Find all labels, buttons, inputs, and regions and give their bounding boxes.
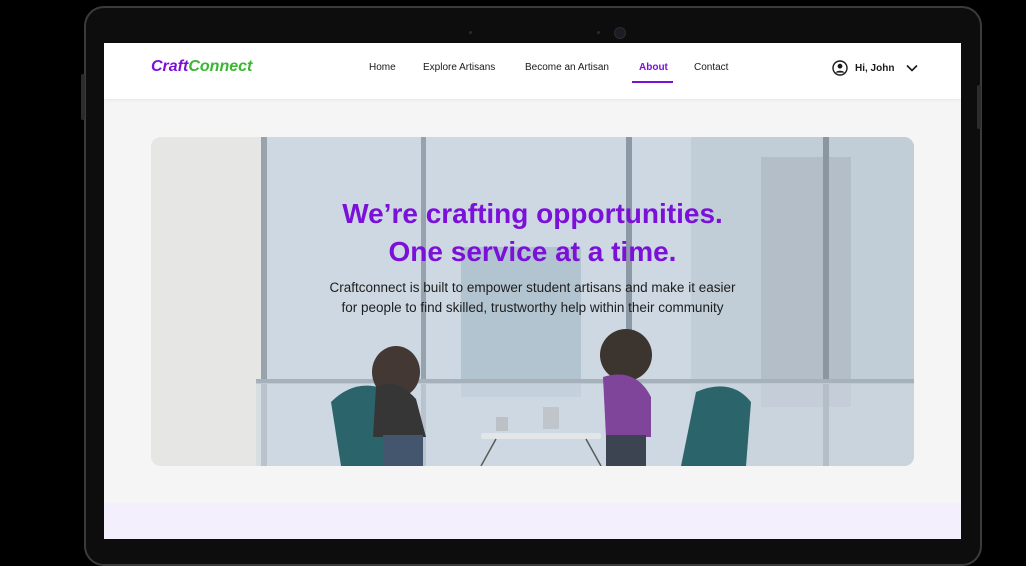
- hero-subtitle: Craftconnect is built to empower student…: [151, 278, 914, 318]
- nav-about[interactable]: About: [639, 62, 668, 73]
- logo-part-1: Craft: [151, 58, 189, 75]
- camera: [614, 27, 626, 39]
- top-navbar: CraftConnect Home Explore Artisans Becom…: [104, 43, 961, 99]
- hero-title-line-2: One service at a time.: [388, 236, 677, 267]
- nav-explore-artisans[interactable]: Explore Artisans: [423, 62, 495, 73]
- user-menu[interactable]: Hi, John: [832, 60, 919, 76]
- sensor-dot: [469, 31, 472, 34]
- nav-home[interactable]: Home: [369, 62, 396, 73]
- nav-contact[interactable]: Contact: [694, 62, 728, 73]
- sensor-dot: [597, 31, 600, 34]
- hero-subtitle-line-1: Craftconnect is built to empower student…: [329, 280, 736, 295]
- next-section-band: [104, 503, 961, 539]
- nav-become-artisan[interactable]: Become an Artisan: [525, 62, 609, 73]
- hero-banner: We’re crafting opportunities. One servic…: [151, 137, 914, 466]
- hero-title-line-1: We’re crafting opportunities.: [342, 198, 723, 229]
- user-circle-icon: [832, 60, 848, 76]
- hero-title: We’re crafting opportunities. One servic…: [151, 195, 914, 271]
- chevron-down-icon[interactable]: [906, 64, 919, 72]
- logo-part-2: Connect: [188, 58, 253, 75]
- logo[interactable]: CraftConnect: [151, 58, 252, 76]
- hero-subtitle-line-2: for people to find skilled, trustworthy …: [341, 300, 724, 315]
- active-tab-indicator: [632, 81, 673, 83]
- side-button: [977, 85, 981, 129]
- browser-screen: CraftConnect Home Explore Artisans Becom…: [104, 43, 961, 539]
- user-greeting: Hi, John: [855, 62, 895, 74]
- side-button: [81, 74, 85, 120]
